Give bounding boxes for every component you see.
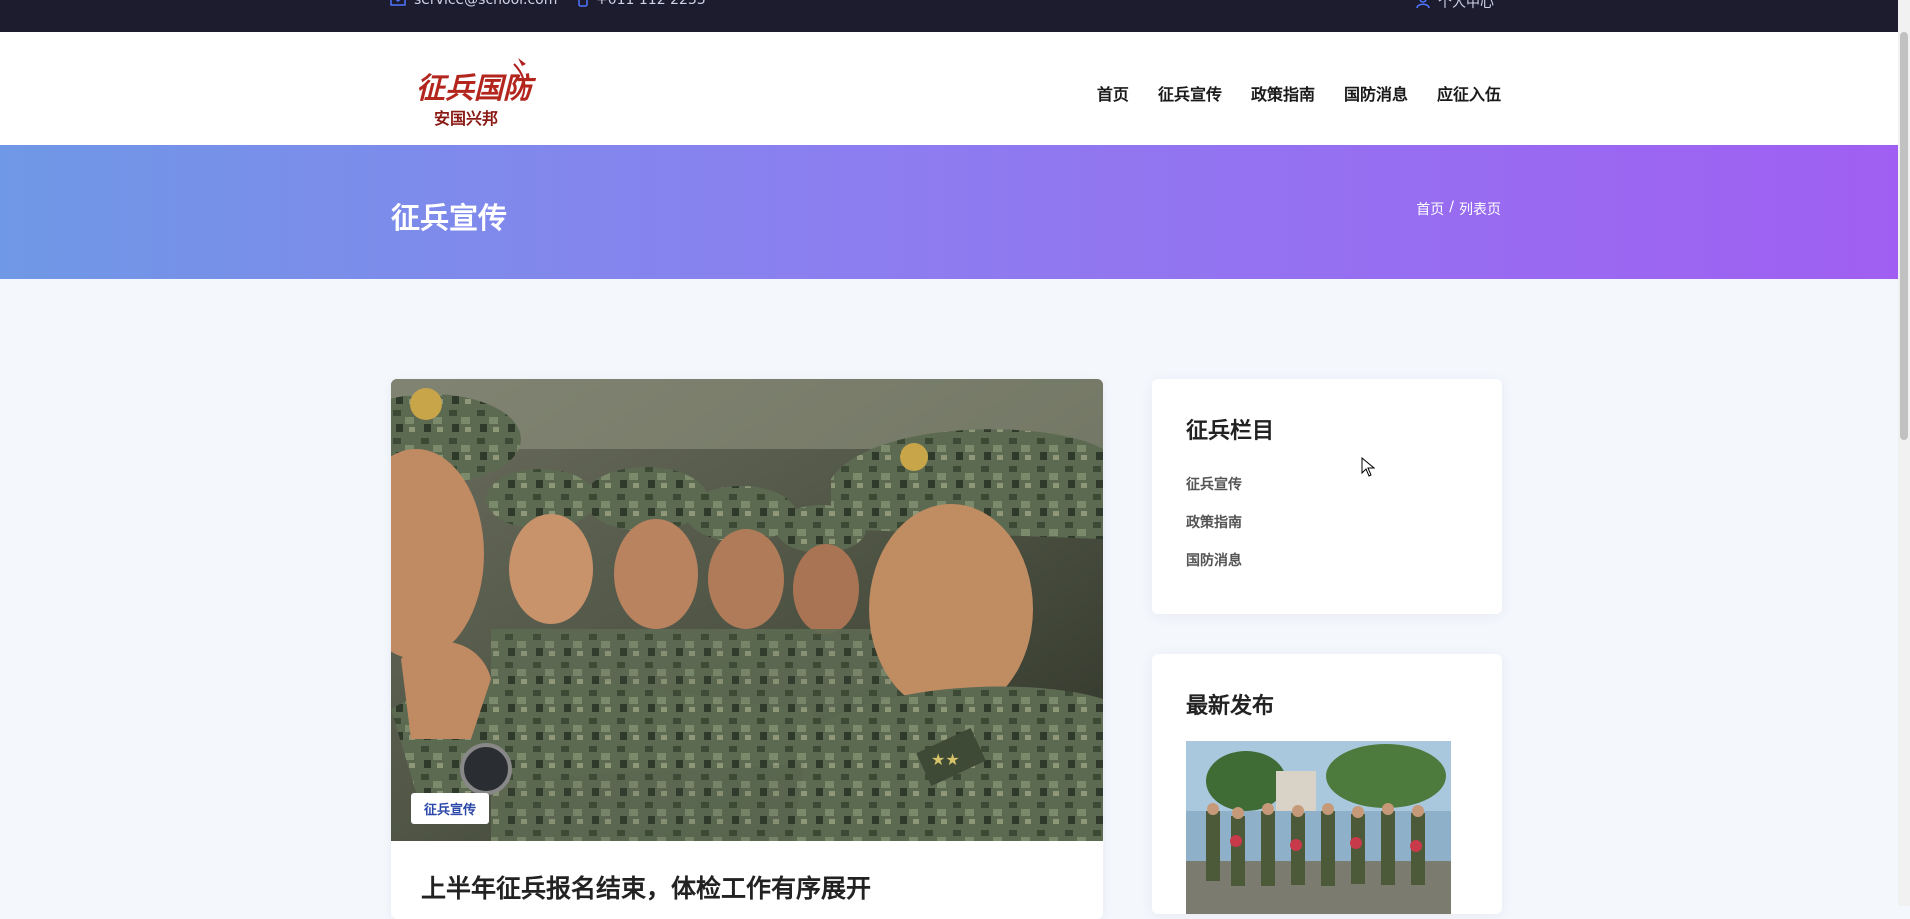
user-icon — [1416, 0, 1430, 9]
latest-post-image[interactable] — [1186, 741, 1451, 914]
svg-text:安国兴邦: 安国兴邦 — [434, 109, 498, 128]
email-contact[interactable]: service@school.com — [390, 0, 557, 8]
breadcrumb-home[interactable]: 首页 — [1416, 199, 1444, 219]
email-text: service@school.com — [414, 0, 558, 8]
breadcrumb-current: 列表页 — [1459, 202, 1501, 218]
email-icon — [390, 0, 406, 6]
nav-policy-guide[interactable]: 政策指南 — [1251, 81, 1315, 105]
scrollbar-thumb[interactable] — [1900, 32, 1908, 440]
post-card[interactable]: ★★ 征兵宣传 上半年征兵报名结束，体检工作有序展开 — [391, 379, 1103, 919]
category-widget: 征兵栏目 征兵宣传 政策指南 国防消息 — [1152, 379, 1502, 614]
logo-graphic: 征兵国防 安国兴邦 — [416, 58, 537, 128]
svg-text:征兵国防: 征兵国防 — [416, 71, 537, 105]
page-banner: 征兵宣传 首页 / 列表页 — [0, 145, 1898, 279]
category-item-policy-guide[interactable]: 政策指南 — [1186, 513, 1242, 551]
page-scrollbar[interactable] — [1898, 0, 1910, 906]
nav-home[interactable]: 首页 — [1097, 81, 1129, 105]
latest-widget-title: 最新发布 — [1186, 694, 1275, 719]
post-category-tag[interactable]: 征兵宣传 — [411, 793, 490, 824]
nav-recruit-promo[interactable]: 征兵宣传 — [1158, 81, 1222, 105]
user-center-link[interactable]: 个人中心 — [1416, 0, 1494, 12]
user-center-text: 个人中心 — [1438, 0, 1494, 11]
site-header: 征兵国防 安国兴邦 首页 征兵宣传 政策指南 国防消息 应征入伍 — [0, 32, 1898, 145]
category-item-defense-news[interactable]: 国防消息 — [1186, 551, 1242, 589]
nav-enlist[interactable]: 应征入伍 — [1437, 81, 1501, 105]
category-list: 征兵宣传 政策指南 国防消息 — [1186, 475, 1242, 589]
phone-icon — [578, 0, 588, 7]
phone-text: +011 112 2233 — [596, 0, 706, 8]
phone-contact[interactable]: +011 112 2233 — [578, 0, 706, 8]
mouse-cursor-icon — [1361, 457, 1375, 477]
nav-defense-news[interactable]: 国防消息 — [1344, 81, 1408, 105]
post-title[interactable]: 上半年征兵报名结束，体检工作有序展开 — [421, 869, 871, 905]
latest-widget: 最新发布 — [1152, 654, 1502, 914]
page-title: 征兵宣传 — [391, 201, 508, 235]
breadcrumb-separator: / — [1449, 199, 1454, 215]
top-bar: service@school.com +011 112 2233 个人中心 — [0, 0, 1898, 32]
site-logo[interactable]: 征兵国防 安国兴邦 — [410, 54, 540, 134]
breadcrumb: 首页 / 列表页 — [1416, 199, 1501, 219]
category-widget-title: 征兵栏目 — [1186, 419, 1275, 444]
main-nav: 首页 征兵宣传 政策指南 国防消息 应征入伍 — [1068, 81, 1501, 105]
post-image[interactable]: ★★ — [391, 379, 1103, 841]
category-item-recruit-promo[interactable]: 征兵宣传 — [1186, 475, 1242, 513]
svg-text:★★: ★★ — [931, 750, 960, 769]
